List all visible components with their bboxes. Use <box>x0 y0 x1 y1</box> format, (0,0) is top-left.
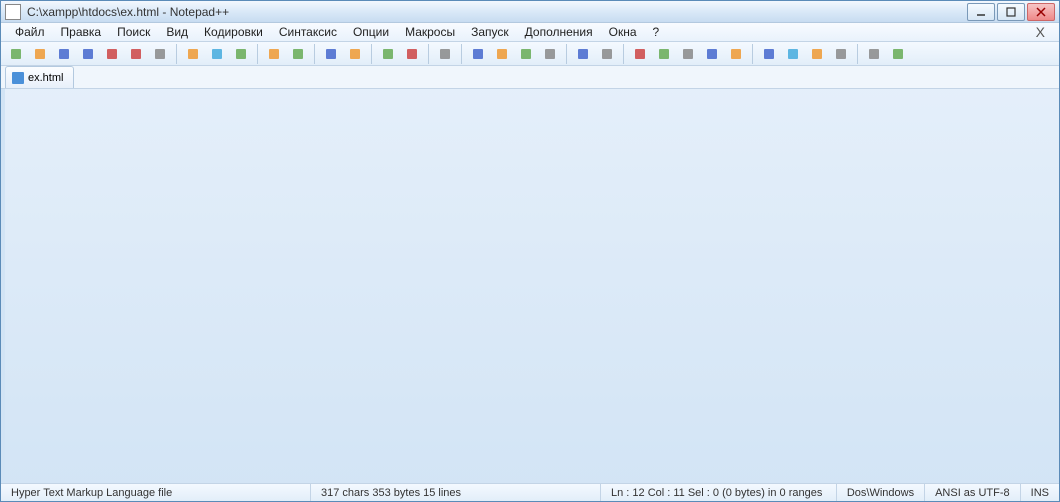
statusbar: Hyper Text Markup Language file 317 char… <box>1 483 1059 501</box>
titlebar: C:\xampp\htdocs\ex.html - Notepad++ <box>1 1 1059 23</box>
toolbar-separator <box>314 44 315 64</box>
toolbar-separator <box>371 44 372 64</box>
toolbar-separator <box>857 44 858 64</box>
cut-button[interactable] <box>182 43 204 65</box>
copy-button[interactable] <box>206 43 228 65</box>
menu-макросы[interactable]: Макросы <box>397 23 463 41</box>
toolbar-separator <box>257 44 258 64</box>
window-title: C:\xampp\htdocs\ex.html - Notepad++ <box>27 5 967 19</box>
open-button[interactable] <box>29 43 51 65</box>
save-all-button[interactable] <box>77 43 99 65</box>
status-eol: Dos\Windows <box>837 484 925 501</box>
redo-button[interactable] <box>287 43 309 65</box>
toolbar-separator <box>176 44 177 64</box>
status-position: Ln : 12 Col : 11 Sel : 0 (0 bytes) in 0 … <box>601 484 837 501</box>
guide-button[interactable] <box>539 43 561 65</box>
eye-button[interactable] <box>596 43 618 65</box>
toolbar-separator <box>566 44 567 64</box>
menu-правка[interactable]: Правка <box>53 23 110 41</box>
undo-button[interactable] <box>263 43 285 65</box>
tabbar: ex.html <box>1 66 1059 89</box>
toolbar-separator <box>461 44 462 64</box>
menu-файл[interactable]: Файл <box>7 23 53 41</box>
menu-поиск[interactable]: Поиск <box>109 23 158 41</box>
sync-button[interactable] <box>434 43 456 65</box>
close-button[interactable] <box>1027 3 1055 21</box>
close-all-button[interactable] <box>125 43 147 65</box>
status-mode: INS <box>1021 484 1059 501</box>
settings-button[interactable] <box>863 43 885 65</box>
all-chars-button[interactable] <box>491 43 513 65</box>
play-button[interactable] <box>653 43 675 65</box>
zoom-in-button[interactable] <box>377 43 399 65</box>
menu-синтаксис[interactable]: Синтаксис <box>271 23 345 41</box>
find-button[interactable] <box>320 43 342 65</box>
play-all-button[interactable] <box>701 43 723 65</box>
indent-button[interactable] <box>515 43 537 65</box>
status-stats: 317 chars 353 bytes 15 lines <box>311 484 601 501</box>
tab-label: ex.html <box>28 72 63 84</box>
file-tab[interactable]: ex.html <box>5 66 74 88</box>
menu-окна[interactable]: Окна <box>601 23 645 41</box>
app-icon <box>5 4 21 20</box>
prev-button[interactable] <box>782 43 804 65</box>
lang-button[interactable] <box>572 43 594 65</box>
menu-дополнения[interactable]: Дополнения <box>517 23 601 41</box>
toolbar-separator <box>623 44 624 64</box>
file-icon <box>12 72 24 84</box>
window-controls <box>967 3 1055 21</box>
clear-button[interactable] <box>830 43 852 65</box>
new-button[interactable] <box>5 43 27 65</box>
spell-button[interactable] <box>887 43 909 65</box>
save-button[interactable] <box>53 43 75 65</box>
print-button[interactable] <box>149 43 171 65</box>
minimize-button[interactable] <box>967 3 995 21</box>
menu-кодировки[interactable]: Кодировки <box>196 23 271 41</box>
menu-вид[interactable]: Вид <box>158 23 196 41</box>
toolbar-separator <box>428 44 429 64</box>
app-window: C:\xampp\htdocs\ex.html - Notepad++ X Фа… <box>0 0 1060 502</box>
toolbar <box>1 42 1059 66</box>
status-filetype: Hyper Text Markup Language file <box>1 484 311 501</box>
stop-button[interactable] <box>677 43 699 65</box>
menubar: X ФайлПравкаПоискВидКодировкиСинтаксисОп… <box>1 23 1059 42</box>
next-button[interactable] <box>806 43 828 65</box>
wrap-button[interactable] <box>467 43 489 65</box>
close-button[interactable] <box>101 43 123 65</box>
status-encoding: ANSI as UTF-8 <box>925 484 1021 501</box>
paste-button[interactable] <box>230 43 252 65</box>
maximize-button[interactable] <box>997 3 1025 21</box>
toolbar-separator <box>752 44 753 64</box>
menubar-close-icon[interactable]: X <box>1028 24 1053 40</box>
toggle-button[interactable] <box>758 43 780 65</box>
zoom-out-button[interactable] <box>401 43 423 65</box>
record-button[interactable] <box>629 43 651 65</box>
menu-опции[interactable]: Опции <box>345 23 397 41</box>
separator <box>1 89 5 483</box>
replace-button[interactable] <box>344 43 366 65</box>
fast-button[interactable] <box>725 43 747 65</box>
menu-?[interactable]: ? <box>645 23 668 41</box>
menu-запуск[interactable]: Запуск <box>463 23 517 41</box>
